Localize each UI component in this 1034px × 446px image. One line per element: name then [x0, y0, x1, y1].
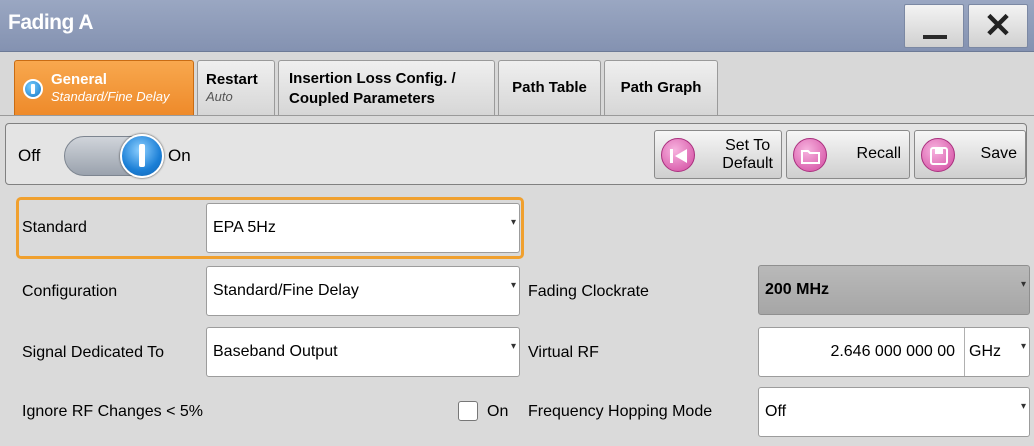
standard-select[interactable]: EPA 5Hz ▾ [206, 203, 520, 253]
tab-path-table-label: Path Table [512, 79, 587, 96]
ignore-rf-on-label: On [487, 403, 509, 420]
fading-clockrate-select[interactable]: 200 MHz ▾ [758, 265, 1030, 315]
set-default-line2: Default [722, 155, 773, 172]
recall-label: Recall [856, 145, 901, 162]
tab-path-graph-label: Path Graph [620, 79, 702, 96]
off-label: Off [18, 146, 41, 165]
folder-icon [793, 138, 827, 172]
signal-dedicated-select[interactable]: Baseband Output ▾ [206, 327, 520, 377]
chevron-down-icon: ▾ [510, 341, 516, 352]
fading-clockrate-label: Fading Clockrate [528, 283, 649, 300]
chevron-down-icon: ▾ [510, 280, 516, 291]
close-button[interactable]: ✕ [968, 4, 1028, 48]
tab-general[interactable]: General Standard/Fine Delay [14, 60, 194, 115]
close-icon: ✕ [983, 7, 1013, 45]
virtual-rf-input[interactable]: 2.646 000 000 00 GHz ▾ [758, 327, 1030, 377]
hopping-mode-label: Frequency Hopping Mode [528, 403, 713, 420]
fading-clockrate-value: 200 MHz [765, 281, 830, 298]
chevron-down-icon: ▾ [1020, 279, 1026, 290]
toggle-knob-icon [120, 134, 164, 178]
virtual-rf-label: Virtual RF [528, 344, 599, 361]
chevron-down-icon: ▾ [1020, 341, 1026, 352]
save-label: Save [980, 145, 1017, 162]
title-bar: Fading A ✕ [0, 0, 1034, 52]
chevron-down-icon: ▾ [1020, 401, 1026, 412]
tab-path-graph[interactable]: Path Graph [604, 60, 718, 115]
configuration-label: Configuration [22, 283, 118, 300]
hopping-mode-select[interactable]: Off ▾ [758, 387, 1030, 437]
on-label: On [168, 146, 191, 165]
tab-general-sub: Standard/Fine Delay [51, 89, 170, 104]
ignore-rf-label: Ignore RF Changes < 5% [22, 403, 203, 420]
minimize-button[interactable] [904, 4, 964, 48]
set-to-default-button[interactable]: Set To Default [654, 130, 782, 179]
tab-path-table[interactable]: Path Table [498, 60, 601, 115]
virtual-rf-value: 2.646 000 000 00 [830, 343, 955, 360]
info-icon [23, 79, 43, 99]
configuration-value: Standard/Fine Delay [213, 282, 359, 299]
tab-restart-sub: Auto [206, 89, 233, 104]
tab-insertion-loss-line1: Insertion Loss Config. / [289, 70, 456, 87]
unit-divider [964, 328, 965, 376]
set-default-icon [661, 138, 695, 172]
ignore-rf-checkbox[interactable] [458, 401, 478, 421]
save-button[interactable]: Save [914, 130, 1026, 179]
signal-dedicated-value: Baseband Output [213, 343, 338, 360]
save-icon [921, 138, 955, 172]
toolbar: Off On Set To Default Recall Save [5, 123, 1027, 185]
tab-insertion-loss-line2: Coupled Parameters [289, 90, 435, 107]
recall-button[interactable]: Recall [786, 130, 910, 179]
virtual-rf-unit[interactable]: GHz [969, 343, 1001, 361]
configuration-select[interactable]: Standard/Fine Delay ▾ [206, 266, 520, 316]
tab-insertion-loss[interactable]: Insertion Loss Config. / Coupled Paramet… [278, 60, 495, 115]
set-default-line1: Set To [725, 137, 771, 154]
tab-general-label: General [51, 71, 107, 88]
window-title: Fading A [8, 11, 94, 34]
standard-value: EPA 5Hz [213, 219, 276, 236]
minimize-icon [923, 35, 947, 39]
signal-dedicated-label: Signal Dedicated To [22, 344, 165, 361]
standard-label: Standard [22, 219, 87, 236]
hopping-mode-value: Off [765, 403, 787, 420]
state-toggle[interactable] [64, 134, 164, 178]
chevron-down-icon: ▾ [510, 217, 516, 228]
tab-restart[interactable]: Restart Auto [197, 60, 275, 115]
tab-bar: General Standard/Fine Delay Restart Auto… [0, 52, 1034, 115]
tab-restart-label: Restart [206, 71, 258, 88]
